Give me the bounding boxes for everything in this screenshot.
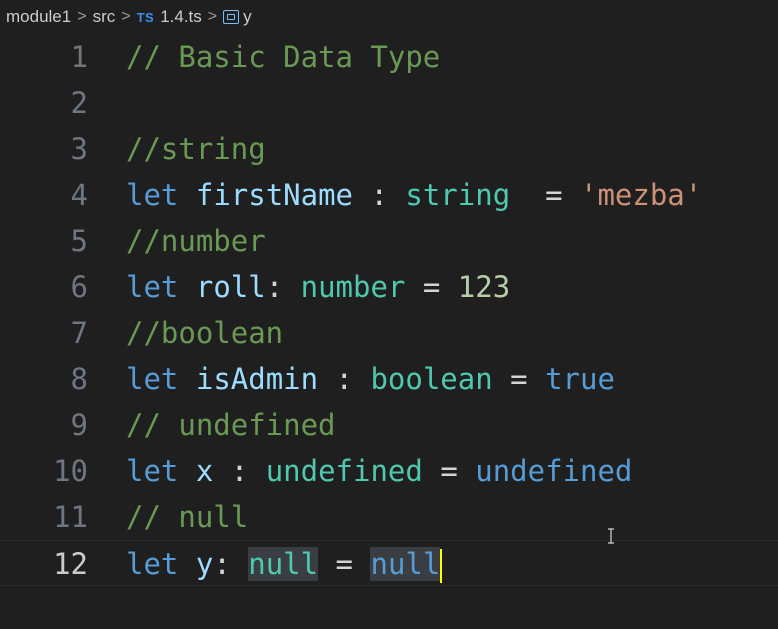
code-line[interactable]: 12 let y: null = null bbox=[0, 540, 778, 586]
code-token: : bbox=[213, 547, 249, 581]
code-line[interactable]: 1 // Basic Data Type bbox=[0, 34, 778, 80]
code-token: number bbox=[300, 270, 406, 304]
code-token: roll bbox=[195, 270, 266, 304]
variable-symbol-icon bbox=[223, 10, 240, 24]
code-text: let isAdmin : boolean = true bbox=[126, 356, 615, 402]
code-line[interactable]: 6 let roll: number = 123 bbox=[0, 264, 778, 310]
text-cursor-icon bbox=[608, 528, 614, 544]
code-text: // null bbox=[126, 494, 248, 540]
highlighted-token: null bbox=[370, 547, 441, 581]
code-text: //string bbox=[126, 126, 266, 172]
code-token: isAdmin bbox=[195, 362, 319, 396]
code-line[interactable]: 7 //boolean bbox=[0, 310, 778, 356]
typescript-file-icon: TS bbox=[136, 9, 155, 25]
code-token: //boolean bbox=[126, 316, 284, 350]
code-token: y bbox=[195, 547, 214, 581]
code-token: firstName bbox=[195, 178, 353, 212]
code-text: // undefined bbox=[126, 402, 336, 448]
line-number: 9 bbox=[70, 408, 88, 442]
code-token: true bbox=[545, 362, 615, 396]
code-token: boolean bbox=[370, 362, 493, 396]
code-token: let bbox=[126, 362, 179, 396]
code-token: // undefined bbox=[126, 408, 336, 442]
code-token: = bbox=[318, 547, 371, 581]
line-number: 1 bbox=[70, 40, 88, 74]
breadcrumb-label: y bbox=[243, 7, 252, 26]
line-number: 5 bbox=[70, 224, 88, 258]
code-text: //number bbox=[126, 218, 266, 264]
code-token: : bbox=[318, 362, 371, 396]
breadcrumb-label: module1 bbox=[6, 7, 72, 26]
breadcrumb-label: 1.4.ts bbox=[160, 7, 202, 26]
chevron-right-icon: > bbox=[121, 8, 131, 25]
code-editor[interactable]: 1 // Basic Data Type 2 3 //string 4 let firstN… bbox=[0, 34, 778, 586]
code-token: 123 bbox=[457, 270, 511, 304]
code-token: //number bbox=[126, 224, 266, 258]
line-number: 2 bbox=[70, 86, 88, 120]
code-token: undefined bbox=[265, 454, 423, 488]
code-line[interactable]: 11 // null bbox=[0, 494, 778, 540]
code-line[interactable]: 9 // undefined bbox=[0, 402, 778, 448]
code-line[interactable]: 4 let firstName : string = 'mezba' bbox=[0, 172, 778, 218]
code-line[interactable]: 5 //number bbox=[0, 218, 778, 264]
code-token: : bbox=[213, 454, 266, 488]
breadcrumb: module1 > src > TS 1.4.ts > y bbox=[0, 0, 778, 34]
code-text: // Basic Data Type bbox=[126, 34, 440, 80]
code-token: = bbox=[510, 178, 580, 212]
code-text: let firstName : string = 'mezba' bbox=[126, 172, 702, 218]
code-text: let roll: number = 123 bbox=[126, 264, 510, 310]
code-token: = bbox=[422, 454, 476, 488]
code-token: let bbox=[126, 178, 179, 212]
code-text: let x : undefined = undefined bbox=[126, 448, 632, 494]
line-number: 12 bbox=[53, 547, 88, 581]
breadcrumb-item-module1[interactable]: module1 bbox=[6, 7, 71, 27]
code-line[interactable]: 10 let x : undefined = undefined bbox=[0, 448, 778, 494]
code-token: let bbox=[126, 547, 179, 581]
code-token: let bbox=[126, 270, 179, 304]
line-number: 3 bbox=[70, 132, 88, 166]
breadcrumb-item-src[interactable]: src bbox=[93, 7, 116, 27]
code-text: let y: null = null bbox=[126, 541, 443, 587]
code-token: //string bbox=[126, 132, 266, 166]
code-token: // Basic Data Type bbox=[126, 40, 441, 74]
code-token: 'mezba' bbox=[580, 178, 703, 212]
line-number: 7 bbox=[70, 316, 88, 350]
code-line[interactable]: 3 //string bbox=[0, 126, 778, 172]
code-text: //boolean bbox=[126, 310, 283, 356]
code-token: : bbox=[265, 270, 301, 304]
text-caret bbox=[440, 549, 443, 583]
line-number: 4 bbox=[70, 178, 88, 212]
breadcrumb-item-file[interactable]: TS 1.4.ts bbox=[137, 7, 202, 27]
code-line[interactable]: 8 let isAdmin : boolean = true bbox=[0, 356, 778, 402]
line-number: 11 bbox=[53, 500, 88, 534]
chevron-right-icon: > bbox=[77, 8, 87, 25]
code-token: string bbox=[405, 178, 511, 212]
line-number: 8 bbox=[70, 362, 88, 396]
code-token: let bbox=[126, 454, 179, 488]
code-token: = bbox=[492, 362, 546, 396]
code-line[interactable]: 2 bbox=[0, 80, 778, 126]
code-token: : bbox=[353, 178, 406, 212]
code-token: = bbox=[405, 270, 458, 304]
code-token: undefined bbox=[475, 454, 633, 488]
line-number: 6 bbox=[70, 270, 88, 304]
code-token: x bbox=[195, 454, 214, 488]
highlighted-token: null bbox=[248, 547, 319, 581]
code-token: // null bbox=[126, 500, 249, 534]
breadcrumb-item-symbol[interactable]: y bbox=[223, 7, 252, 27]
line-number: 10 bbox=[53, 454, 88, 488]
breadcrumb-label: src bbox=[92, 7, 116, 26]
chevron-right-icon: > bbox=[207, 8, 218, 25]
